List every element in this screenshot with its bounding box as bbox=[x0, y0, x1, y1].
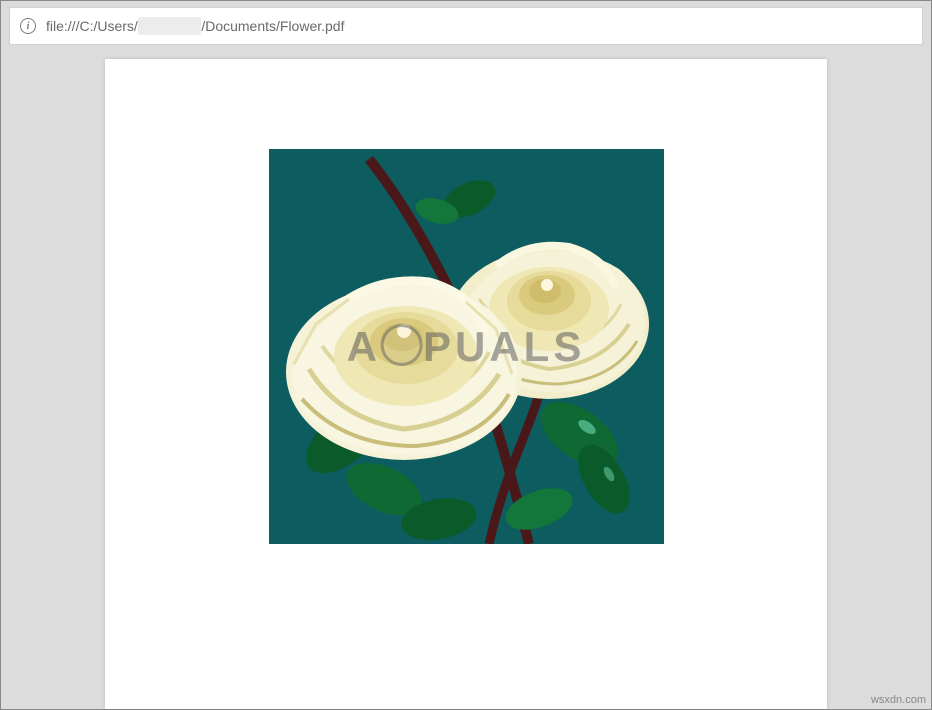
url-prefix: file:///C:/Users/ bbox=[46, 18, 138, 34]
flower-image: A PUALS bbox=[269, 149, 664, 544]
url-display: file:///C:/Users/██████/Documents/Flower… bbox=[46, 18, 344, 34]
url-redacted: ██████ bbox=[138, 17, 202, 35]
pdf-page: A PUALS bbox=[105, 59, 827, 709]
watermark-text: A PUALS bbox=[347, 323, 586, 371]
pdf-viewer-area: A PUALS bbox=[1, 51, 931, 709]
watermark-suffix: PUALS bbox=[423, 323, 585, 370]
address-bar[interactable]: i file:///C:/Users/██████/Documents/Flow… bbox=[9, 7, 923, 45]
attribution-text: wsxdn.com bbox=[871, 694, 926, 706]
url-suffix: /Documents/Flower.pdf bbox=[201, 18, 344, 34]
watermark-prefix: A bbox=[347, 323, 381, 370]
watermark-logo-icon bbox=[381, 324, 423, 366]
info-icon[interactable]: i bbox=[20, 18, 36, 34]
